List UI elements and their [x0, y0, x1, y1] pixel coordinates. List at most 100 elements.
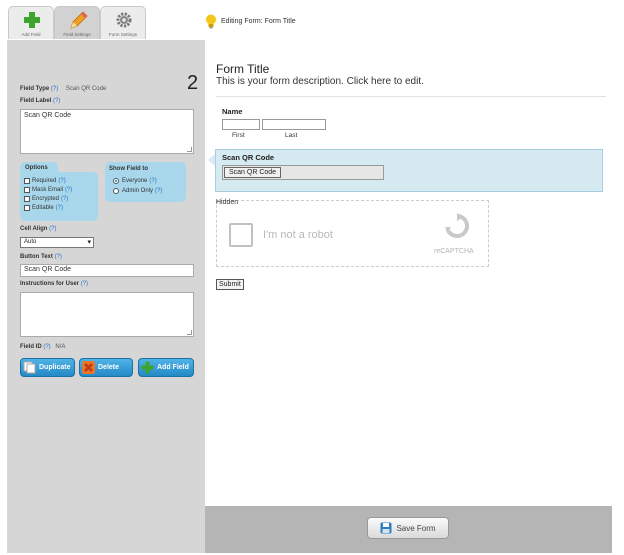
- encrypted-checkbox[interactable]: [24, 196, 30, 202]
- mask-email-checkbox[interactable]: [24, 187, 30, 193]
- tab-field-settings-label: Field Settings: [63, 32, 91, 37]
- selected-field-qr[interactable]: Scan QR Code Scan QR Code: [215, 149, 603, 192]
- resize-handle-icon[interactable]: [187, 147, 192, 152]
- field-type-label: Field Type: [20, 86, 50, 92]
- help-icon[interactable]: (?): [43, 344, 50, 350]
- option-encrypted[interactable]: Encrypted (?): [24, 196, 68, 202]
- first-name-input[interactable]: [222, 119, 260, 130]
- option-mask-email[interactable]: Mask Email (?): [24, 187, 72, 193]
- recaptcha-widget: I'm not a robot reCAPTCHA: [216, 200, 489, 267]
- plus-icon: [24, 12, 40, 28]
- delete-icon: [82, 361, 95, 374]
- tab-field-settings[interactable]: Field Settings: [54, 6, 100, 39]
- pencil-icon: [70, 11, 88, 29]
- save-bar: Save Form: [205, 506, 612, 553]
- hidden-label: Hidden: [216, 199, 239, 206]
- add-field-label: Add Field: [157, 364, 189, 371]
- field-label-label: Field Label: [20, 98, 52, 104]
- admin-only-radio[interactable]: [113, 188, 119, 194]
- help-icon[interactable]: (?): [58, 178, 65, 184]
- tab-add-field-label: Add Field: [21, 32, 41, 37]
- option-editable-label: Editable: [32, 205, 54, 211]
- help-icon[interactable]: (?): [155, 188, 162, 194]
- last-name-input[interactable]: [262, 119, 326, 130]
- captcha-brand: reCAPTCHA: [434, 248, 474, 255]
- form-description[interactable]: This is your form description. Click her…: [216, 76, 424, 87]
- option-encrypted-label: Encrypted: [32, 196, 60, 202]
- qr-field-label: Scan QR Code: [222, 153, 275, 162]
- option-required[interactable]: Required (?): [24, 178, 66, 184]
- show-admin-only-label: Admin Only: [122, 188, 154, 194]
- help-icon[interactable]: (?): [49, 226, 56, 232]
- save-form-button[interactable]: Save Form: [367, 517, 449, 539]
- submit-button[interactable]: Submit: [216, 279, 244, 290]
- help-icon[interactable]: (?): [51, 86, 58, 92]
- show-admin-only[interactable]: Admin Only (?): [113, 188, 162, 194]
- qr-field-container: Scan QR Code: [222, 165, 384, 180]
- show-everyone[interactable]: Everyone (?): [113, 178, 157, 184]
- instructions-label: Instructions for User: [20, 281, 80, 287]
- editing-title-text: Editing Form: Form Title: [221, 17, 296, 25]
- field-id-label: Field ID: [20, 344, 42, 350]
- instructions-row: Instructions for User (?): [20, 281, 88, 287]
- cell-align-label: Cell Align: [20, 226, 48, 232]
- resize-handle-icon[interactable]: [187, 330, 192, 335]
- instructions-input[interactable]: [20, 292, 194, 337]
- first-label: First: [232, 132, 245, 139]
- field-type-value: Scan QR Code: [65, 86, 107, 92]
- delete-button[interactable]: Delete: [79, 358, 133, 377]
- duplicate-icon: [23, 361, 36, 374]
- option-required-label: Required: [32, 178, 57, 184]
- cell-align-row: Cell Align (?): [20, 226, 56, 232]
- tab-add-field[interactable]: Add Field: [8, 6, 54, 39]
- field-label-input-value: Scan QR Code: [24, 112, 72, 119]
- gear-icon: [116, 12, 132, 28]
- help-icon[interactable]: (?): [55, 254, 62, 260]
- captcha-checkbox[interactable]: [229, 223, 253, 247]
- form-title[interactable]: Form Title: [216, 62, 269, 76]
- duplicate-label: Duplicate: [39, 364, 71, 371]
- help-icon[interactable]: (?): [81, 281, 88, 287]
- editable-checkbox[interactable]: [24, 205, 30, 211]
- option-mask-email-label: Mask Email: [32, 187, 64, 193]
- field-id-value: N/A: [55, 344, 66, 350]
- button-text-row: Button Text (?): [20, 254, 62, 260]
- scan-qr-button[interactable]: Scan QR Code: [224, 167, 282, 178]
- show-field-title: Show Field to: [109, 166, 148, 172]
- captcha-text: I'm not a robot: [263, 229, 333, 241]
- option-editable[interactable]: Editable (?): [24, 205, 63, 211]
- field-label-row: Field Label (?): [20, 98, 60, 104]
- chevron-down-icon: ▾: [87, 239, 91, 246]
- show-everyone-label: Everyone: [122, 178, 148, 184]
- help-icon[interactable]: (?): [53, 98, 60, 104]
- help-icon[interactable]: (?): [149, 178, 156, 184]
- help-icon[interactable]: (?): [61, 196, 68, 202]
- save-icon: [380, 522, 392, 534]
- tab-form-settings-label: Form Settings: [108, 32, 137, 37]
- lightbulb-icon: [206, 14, 216, 28]
- required-checkbox[interactable]: [24, 178, 30, 184]
- divider: [216, 96, 606, 97]
- button-text-input[interactable]: Scan QR Code: [20, 264, 194, 277]
- cell-align-select[interactable]: Auto ▾: [20, 237, 94, 248]
- form-preview: Form Title This is your form description…: [205, 40, 612, 508]
- tab-form-settings[interactable]: Form Settings: [100, 6, 146, 39]
- selected-indicator-icon: [208, 154, 215, 166]
- cell-align-value: Auto: [24, 239, 37, 245]
- delete-label: Delete: [98, 364, 120, 371]
- help-icon[interactable]: (?): [56, 205, 63, 211]
- name-label: Name: [222, 107, 243, 116]
- field-settings-panel: 2 Field Type (?) Scan QR Code Field Labe…: [7, 40, 205, 553]
- field-label-input[interactable]: Scan QR Code: [20, 109, 194, 154]
- plus-icon: [141, 361, 154, 374]
- field-id-row: Field ID (?) N/A: [20, 344, 65, 350]
- editing-title: Editing Form: Form Title: [205, 12, 296, 30]
- field-type-row: Field Type (?) Scan QR Code: [20, 86, 106, 92]
- show-field-box: Show Field to Everyone (?) Admin Only (?…: [105, 162, 186, 202]
- help-icon[interactable]: (?): [65, 187, 72, 193]
- duplicate-button[interactable]: Duplicate: [20, 358, 75, 377]
- everyone-radio[interactable]: [113, 178, 119, 184]
- button-text-label: Button Text: [20, 254, 53, 260]
- add-field-button[interactable]: Add Field: [138, 358, 194, 377]
- form-editor: Add Field Field Settings Form Settings E…: [0, 0, 624, 555]
